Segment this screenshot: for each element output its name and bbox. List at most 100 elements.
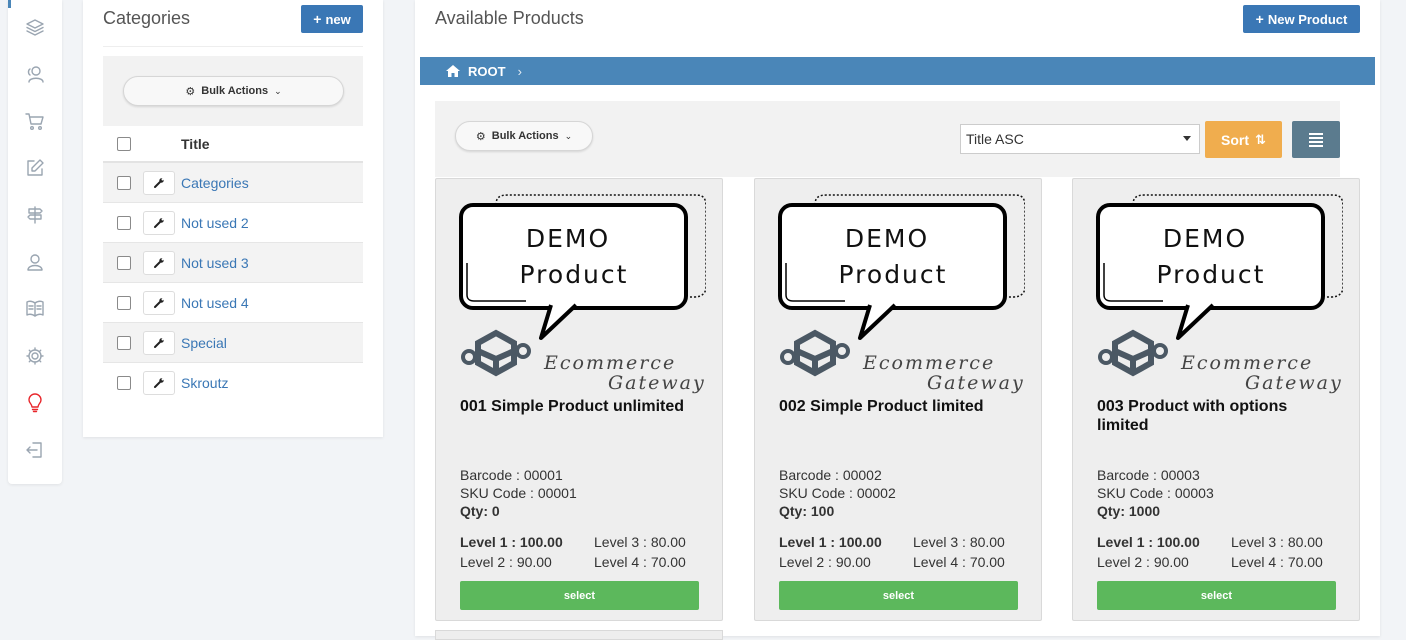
new-product-button[interactable]: + New Product [1243,5,1360,33]
image-brand-line1: Ecommerce [543,352,676,374]
divider [103,46,363,47]
categories-title: Categories [103,8,191,28]
product-card: DEMO Product Ecommerce Gateway 003 Produ… [1072,178,1360,621]
product-info: Barcode : 00001 SKU Code : 00001 Qty: 0 [460,466,577,520]
user-icon[interactable] [21,248,49,276]
book-icon[interactable] [21,295,49,323]
select-button[interactable]: select [460,581,699,610]
image-product-text: Product [839,260,948,289]
image-demo-text: DEMO [1163,224,1247,253]
users-icon[interactable] [21,60,49,88]
row-checkbox[interactable] [117,215,131,230]
image-product-text: Product [520,260,629,289]
wrench-icon[interactable] [143,371,175,395]
new-category-label: new [325,11,351,27]
row-checkbox[interactable] [117,376,131,390]
bulk-actions-label: Bulk Actions [491,130,559,142]
category-link[interactable]: Skroutz [181,375,228,391]
product-sku: SKU Code : 00001 [460,485,577,501]
price-level-2: Level 2 : 90.00 [1097,554,1189,570]
categories-table: Title Categories Not used 2 Not used 3 N… [103,126,363,403]
image-demo-text: DEMO [845,224,929,253]
price-level-3: Level 3 : 80.00 [913,534,1005,550]
product-barcode: Barcode : 00003 [1097,467,1200,483]
product-barcode: Barcode : 00002 [779,467,882,483]
price-level-3: Level 3 : 80.00 [1231,534,1323,550]
gear-icon[interactable] [21,342,49,370]
breadcrumb: ROOT › [420,57,1375,85]
row-checkbox[interactable] [117,335,131,350]
product-card: DEMO Product Ecommerce Gateway 002 Simpl… [754,178,1042,621]
product-name: 001 Simple Product unlimited [460,398,685,415]
demo-product-image: DEMO Product Ecommerce Gateway [778,194,1025,394]
wrench-icon[interactable] [143,330,175,355]
select-button[interactable]: select [1097,581,1336,610]
category-link[interactable]: Special [181,335,227,351]
categories-panel: Categories + new ⚙ Bulk Actions ⌄ Title … [83,0,383,437]
category-bulk-actions-button[interactable]: ⚙ Bulk Actions ⌄ [123,76,344,106]
category-link[interactable]: Not used 2 [181,215,249,231]
image-demo-text: DEMO [526,224,610,253]
new-product-label: New Product [1267,11,1348,27]
row-checkbox[interactable] [117,175,131,190]
sort-button[interactable]: Sort ⇅ [1205,121,1282,158]
table-row: Categories [103,163,363,203]
product-sku: SKU Code : 00003 [1097,485,1214,501]
layers-icon[interactable] [21,13,49,41]
category-link[interactable]: Categories [181,175,249,191]
product-info: Barcode : 00003 SKU Code : 00003 Qty: 10… [1097,466,1214,520]
wrench-icon[interactable] [143,250,175,275]
wrench-icon[interactable] [143,210,175,235]
chevron-down-icon: ⌄ [274,85,282,96]
price-level-1: Level 1 : 100.00 [460,534,563,550]
product-qty: Qty: 100 [779,503,835,519]
price-level-3: Level 3 : 80.00 [594,534,686,550]
sort-label: Sort [1221,131,1250,148]
new-category-button[interactable]: + new [301,5,363,33]
product-bulk-actions-button[interactable]: ⚙ Bulk Actions ⌄ [455,121,593,151]
price-level-4: Level 4 : 70.00 [913,554,1005,570]
category-link[interactable]: Not used 4 [181,295,249,311]
product-card: DEMO Product Ecommerce Gateway 001 Simpl… [435,178,723,621]
lightbulb-icon[interactable] [21,389,49,417]
image-brand-line1: Ecommerce [862,352,995,374]
image-brand-line2: Gateway [608,372,706,394]
table-row: Special [103,323,363,363]
price-level-1: Level 1 : 100.00 [1097,534,1200,550]
row-checkbox[interactable] [117,295,131,310]
product-info: Barcode : 00002 SKU Code : 00002 Qty: 10… [779,466,896,520]
edit-icon[interactable] [21,154,49,182]
list-view-button[interactable] [1292,121,1340,158]
price-level-4: Level 4 : 70.00 [1231,554,1323,570]
product-qty: Qty: 1000 [1097,503,1161,519]
price-level-1: Level 1 : 100.00 [779,534,882,550]
select-button[interactable]: select [779,581,1018,610]
list-icon [1309,136,1323,139]
demo-product-image: DEMO Product Ecommerce Gateway [459,194,706,394]
plus-icon: + [1255,11,1264,27]
image-brand-line2: Gateway [927,372,1025,394]
home-icon[interactable] [446,65,460,77]
table-header: Title [103,126,363,163]
category-link[interactable]: Not used 3 [181,255,249,271]
row-checkbox[interactable] [117,255,131,270]
wrench-icon[interactable] [143,290,175,315]
logout-icon[interactable] [21,436,49,464]
breadcrumb-root[interactable]: ROOT [468,64,506,79]
products-title: Available Products [435,8,584,28]
image-brand-line2: Gateway [1245,372,1343,394]
table-row: Not used 2 [103,203,363,243]
product-barcode: Barcode : 00001 [460,467,563,483]
bulk-actions-label: Bulk Actions [201,85,269,97]
table-row: Not used 3 [103,243,363,283]
sort-select[interactable]: Title ASC [960,124,1200,154]
signpost-icon[interactable] [21,201,49,229]
cart-icon[interactable] [21,107,49,135]
wrench-icon[interactable] [143,170,175,195]
products-toolbar: ⚙ Bulk Actions ⌄ Title ASC Sort ⇅ [435,101,1340,177]
products-panel: Available Products + New Product ROOT › … [415,0,1380,640]
select-all-checkbox[interactable] [117,136,131,151]
price-level-2: Level 2 : 90.00 [779,554,871,570]
icon-rail [8,0,62,484]
breadcrumb-separator: › [517,63,522,79]
